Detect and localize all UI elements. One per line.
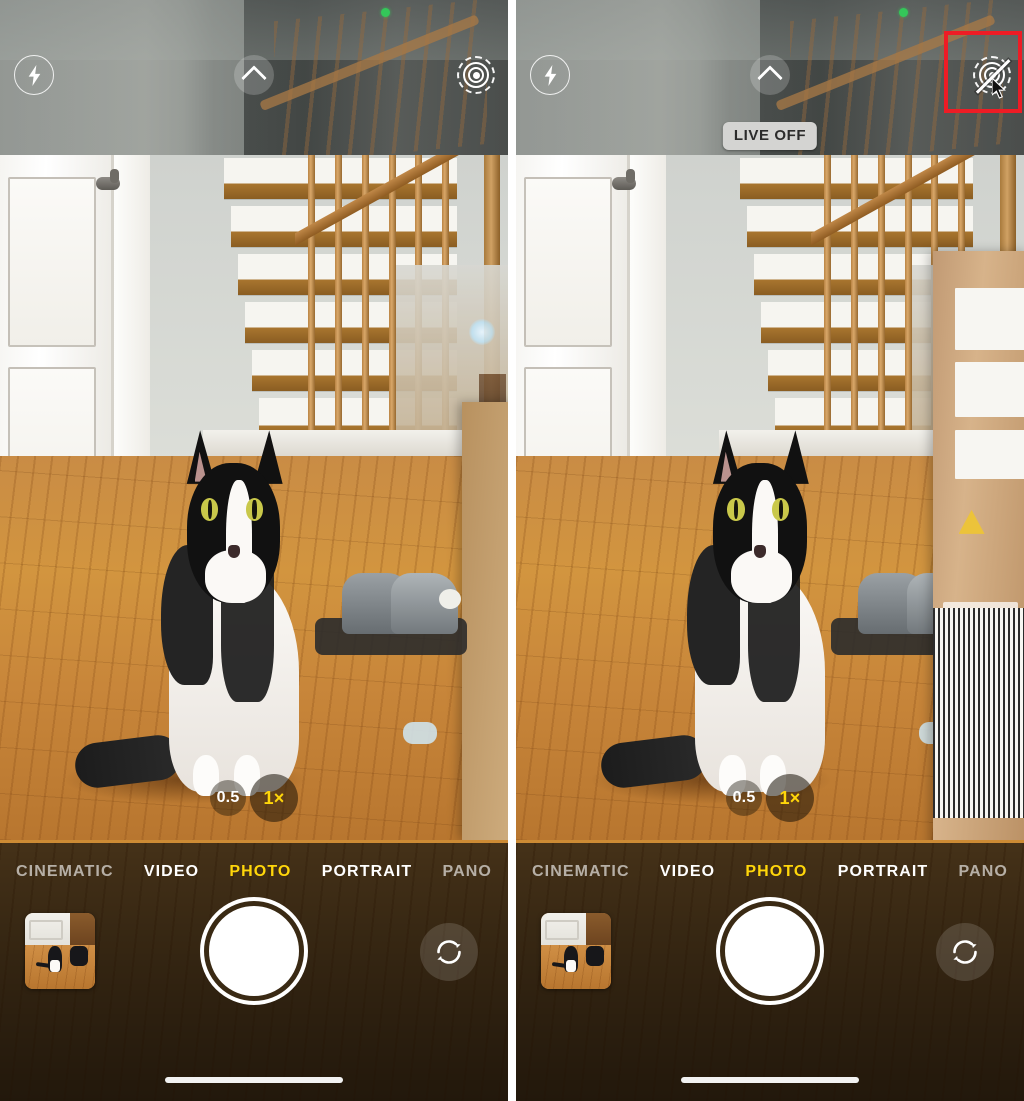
shoes-on-mat — [314, 572, 468, 656]
home-indicator — [165, 1077, 343, 1083]
zoom-option-1x[interactable]: 1× — [250, 774, 298, 822]
mode-video[interactable]: VIDEO — [660, 863, 715, 881]
flash-bolt-icon — [544, 64, 556, 86]
mode-portrait[interactable]: PORTRAIT — [322, 863, 413, 881]
chevron-up-icon — [241, 64, 267, 91]
camera-flip-icon — [437, 940, 461, 964]
mode-photo[interactable]: PHOTO — [229, 863, 291, 881]
chevron-up-icon — [757, 64, 783, 91]
flash-bolt-icon — [28, 64, 40, 86]
viewfinder-after[interactable]: 0.5 1× — [516, 155, 1024, 840]
camera-flip-button[interactable] — [420, 923, 478, 981]
mouse-cursor-icon — [992, 78, 1006, 99]
mode-selector-before[interactable]: CINEMATIC VIDEO PHOTO PORTRAIT PANO — [0, 863, 508, 881]
sock — [402, 722, 437, 745]
lamp-glow — [468, 319, 495, 346]
live-off-badge: LIVE OFF — [722, 122, 818, 150]
door-knob — [96, 169, 120, 190]
live-photo-on-icon — [457, 56, 495, 94]
zoom-option-0.5[interactable]: 0.5 — [210, 780, 246, 816]
zoom-option-1x[interactable]: 1× — [766, 774, 814, 822]
cat-subject — [63, 381, 335, 805]
live-photo-button[interactable] — [456, 55, 496, 95]
flash-button[interactable] — [14, 55, 54, 95]
camera-scene — [516, 155, 1024, 840]
mode-pano[interactable]: PANO — [443, 863, 492, 881]
mode-cinematic[interactable]: CINEMATIC — [16, 863, 114, 881]
more-controls-button[interactable] — [234, 55, 274, 95]
shutter-button[interactable] — [720, 901, 820, 1001]
mode-photo[interactable]: PHOTO — [745, 863, 807, 881]
camera-privacy-indicator — [381, 8, 390, 17]
bottom-bar-before: CINEMATIC VIDEO PHOTO PORTRAIT PANO — [0, 840, 508, 1101]
camera-panel-after: LIVE OFF 0.5 1× CINEMATIC VIDEO PHOTO PO… — [516, 0, 1024, 1101]
camera-flip-icon — [953, 940, 977, 964]
mode-portrait[interactable]: PORTRAIT — [838, 863, 929, 881]
mode-cinematic[interactable]: CINEMATIC — [532, 863, 630, 881]
top-controls-before — [0, 54, 508, 96]
photo-thumbnail-button[interactable] — [25, 913, 95, 989]
mode-video[interactable]: VIDEO — [144, 863, 199, 881]
top-controls-after — [516, 54, 1024, 96]
camera-flip-button[interactable] — [936, 923, 994, 981]
viewfinder-before[interactable]: 0.5 1× — [0, 155, 508, 840]
bottom-bar-after: CINEMATIC VIDEO PHOTO PORTRAIT PANO — [516, 840, 1024, 1101]
mode-pano[interactable]: PANO — [959, 863, 1008, 881]
cardboard-box — [933, 250, 1024, 840]
cardboard-box — [462, 401, 508, 840]
zoom-controls-before: 0.5 1× — [210, 774, 298, 822]
cat-subject — [589, 381, 861, 805]
camera-panel-before: 0.5 1× CINEMATIC VIDEO PHOTO PORTRAIT PA… — [0, 0, 508, 1101]
camera-scene — [0, 155, 508, 840]
more-controls-button[interactable] — [750, 55, 790, 95]
screenshot-stage: 0.5 1× CINEMATIC VIDEO PHOTO PORTRAIT PA… — [0, 0, 1024, 1101]
photo-thumbnail-button[interactable] — [541, 913, 611, 989]
mode-selector-after[interactable]: CINEMATIC VIDEO PHOTO PORTRAIT PANO — [516, 863, 1024, 881]
zoom-option-0.5[interactable]: 0.5 — [726, 780, 762, 816]
zoom-controls-after: 0.5 1× — [726, 774, 814, 822]
camera-privacy-indicator — [899, 8, 908, 17]
flash-button[interactable] — [530, 55, 570, 95]
door-knob — [612, 169, 636, 190]
home-indicator — [681, 1077, 859, 1083]
shutter-button[interactable] — [204, 901, 304, 1001]
